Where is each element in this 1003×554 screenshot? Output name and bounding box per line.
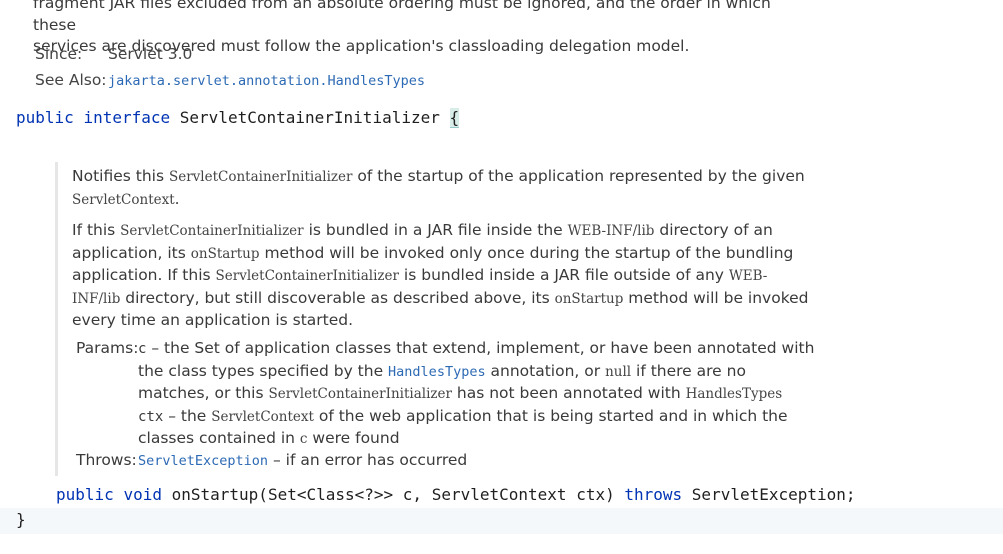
- interface-declaration: public interface ServletContainerInitial…: [16, 108, 460, 128]
- doc-text: If this: [72, 221, 121, 239]
- doc-text: were found: [307, 429, 400, 447]
- doc-code: ServletContainerInitializer: [268, 386, 452, 402]
- doc-code: WEB-INF/lib: [567, 223, 655, 239]
- since-row: Since: Servlet 3.0: [35, 45, 192, 63]
- close-brace: }: [16, 510, 26, 529]
- doc-paragraph-2: If this ServletContainerInitializer is b…: [72, 220, 812, 332]
- doc-code: ServletContext: [72, 191, 175, 208]
- doc-code: onStartup: [190, 245, 260, 262]
- method-signature[interactable]: onStartup(Set<Class<?>> c, ServletContex…: [172, 485, 615, 504]
- keyword-public: public: [16, 108, 74, 127]
- doc-text: has not been annotated with: [451, 384, 686, 402]
- doc-text: – the: [163, 406, 212, 425]
- doc-text: .: [174, 189, 180, 208]
- keyword-throws: throws: [624, 485, 683, 504]
- doc-text: annotation, or: [485, 361, 606, 380]
- method-doc-block: Notifies this ServletContainerInitialize…: [55, 162, 818, 476]
- servlet-exception-link[interactable]: ServletException: [138, 453, 268, 469]
- since-label: Since:: [35, 45, 83, 63]
- params-body: c – the Set of application classes that …: [138, 338, 818, 451]
- top-doc-line-1: fragment JAR files excluded from an abso…: [33, 0, 771, 34]
- param-c: c – the Set of application classes that …: [138, 338, 818, 406]
- method-doc-inner: Notifies this ServletContainerInitialize…: [72, 166, 812, 341]
- throws-body: ServletException – if an error has occur…: [138, 450, 467, 473]
- interface-name[interactable]: ServletContainerInitializer: [180, 108, 440, 127]
- doc-code: null: [605, 363, 632, 380]
- param-ctx: ctx – the ServletContext of the web appl…: [138, 406, 818, 451]
- params-label: Params:: [76, 339, 139, 357]
- keyword-public: public: [56, 485, 114, 504]
- keyword-interface: interface: [83, 108, 171, 127]
- since-value: Servlet 3.0: [108, 45, 193, 63]
- see-also-label: See Also:: [35, 71, 107, 89]
- doc-text: Notifies this: [72, 167, 169, 185]
- doc-code: ServletContainerInitializer: [168, 169, 353, 185]
- doc-code: ServletContainerInitializer: [120, 223, 304, 239]
- doc-paragraph-1: Notifies this ServletContainerInitialize…: [72, 166, 812, 211]
- method-exception[interactable]: ServletException;: [692, 485, 856, 504]
- doc-text: is bundled inside a JAR file outside of …: [399, 266, 729, 284]
- doc-code: ServletContainerInitializer: [215, 268, 399, 284]
- handles-types-link[interactable]: HandlesTypes: [388, 364, 486, 380]
- doc-text: of the startup of the application repres…: [352, 167, 805, 185]
- method-declaration: public void onStartup(Set<Class<?>> c, S…: [56, 485, 856, 504]
- doc-code: ServletContext: [211, 408, 314, 425]
- open-brace: {: [449, 108, 460, 128]
- see-also-row: See Also:jakarta.servlet.annotation.Hand…: [35, 71, 425, 89]
- doc-text: – if an error has occurred: [268, 451, 468, 469]
- throws-label: Throws:: [76, 451, 137, 469]
- param-ctx-name: ctx: [138, 408, 164, 425]
- doc-text: is bundled in a JAR file inside the: [303, 221, 568, 239]
- keyword-void: void: [123, 485, 162, 504]
- doc-code: onStartup: [554, 290, 624, 307]
- doc-code: HandlesTypes: [685, 386, 783, 402]
- see-also-link[interactable]: jakarta.servlet.annotation.HandlesTypes: [108, 73, 425, 89]
- caret-line[interactable]: }: [0, 508, 1003, 534]
- doc-text: directory, but still discoverable as des…: [120, 288, 555, 307]
